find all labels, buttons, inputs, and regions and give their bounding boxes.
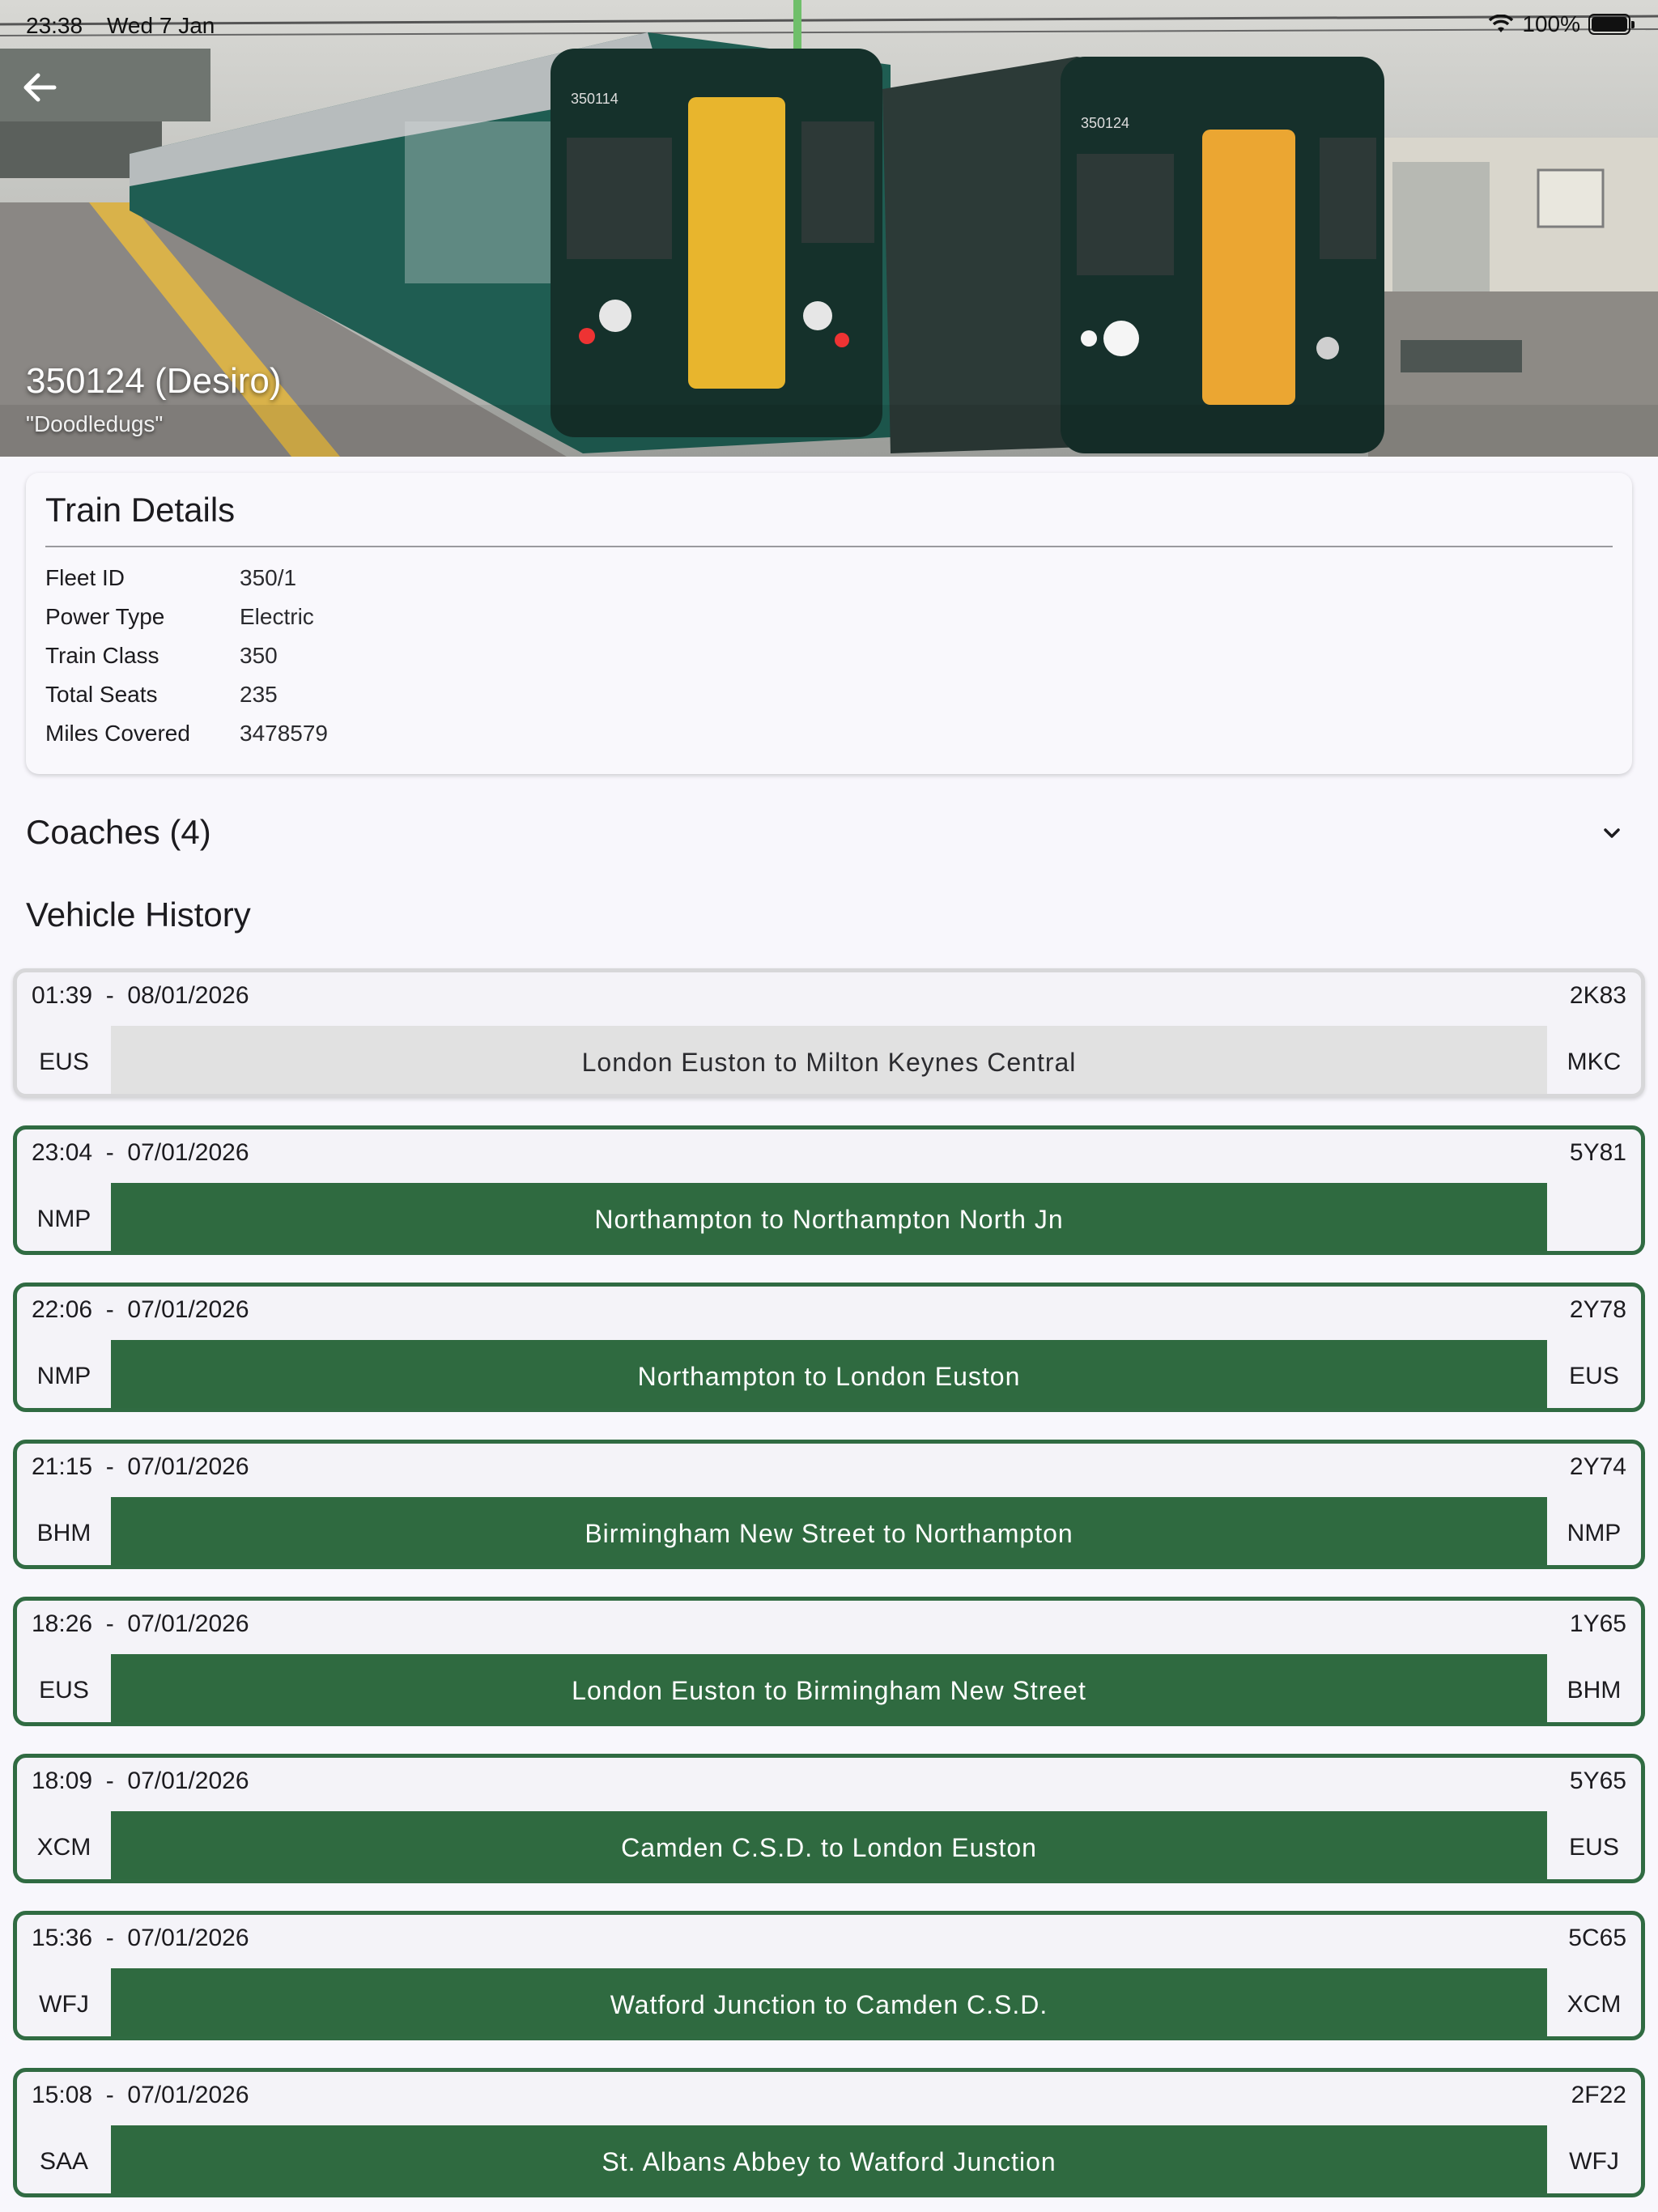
train-nickname: "Doodledugs" bbox=[26, 411, 164, 436]
wifi-icon bbox=[1489, 15, 1514, 32]
history-entry[interactable]: 15:36 - 07/01/2026 5C65 WFJ Watford Junc… bbox=[13, 1911, 1645, 2040]
origin-code: SAA bbox=[17, 2125, 111, 2193]
detail-value: Electric bbox=[240, 604, 314, 629]
coaches-title: Coaches (4) bbox=[26, 813, 211, 851]
route-bar: NMP Northampton to Northampton North Jn bbox=[17, 1183, 1641, 1251]
detail-value: 350 bbox=[240, 643, 278, 668]
route-bar: EUS London Euston to Milton Keynes Centr… bbox=[17, 1026, 1641, 1094]
detail-value: 235 bbox=[240, 682, 278, 707]
route-text: London Euston to Birmingham New Street bbox=[572, 1675, 1086, 1705]
destination-code: XCM bbox=[1547, 1968, 1641, 2036]
hero-header: 350114 350124 23:38 Wed 7 Jan 100% 35012… bbox=[0, 0, 1658, 457]
route-text: Northampton to Northampton North Jn bbox=[594, 1204, 1064, 1234]
entry-time: 01:39 - 08/01/2026 bbox=[32, 982, 249, 1009]
route-text: St. Albans Abbey to Watford Junction bbox=[602, 2146, 1056, 2176]
origin-code: EUS bbox=[17, 1026, 111, 1094]
entry-time: 15:36 - 07/01/2026 bbox=[32, 1925, 249, 1951]
vehicle-history-title: Vehicle History bbox=[26, 895, 251, 934]
route-bar: XCM Camden C.S.D. to London Euston EUS bbox=[17, 1811, 1641, 1879]
train-details-title: Train Details bbox=[45, 491, 236, 529]
detail-value: 350/1 bbox=[240, 565, 297, 590]
back-button[interactable] bbox=[16, 65, 62, 110]
entry-time: 18:26 - 07/01/2026 bbox=[32, 1610, 249, 1637]
destination-code: EUS bbox=[1547, 1811, 1641, 1879]
svg-text:350114: 350114 bbox=[571, 91, 619, 107]
entry-time: 22:06 - 07/01/2026 bbox=[32, 1296, 249, 1323]
route-bar: BHM Birmingham New Street to Northampton… bbox=[17, 1497, 1641, 1565]
origin-code: NMP bbox=[17, 1183, 111, 1251]
origin-code: NMP bbox=[17, 1340, 111, 1408]
history-entry[interactable]: 01:39 - 08/01/2026 2K83 EUS London Eusto… bbox=[13, 968, 1645, 1098]
route-text: Birmingham New Street to Northampton bbox=[585, 1518, 1073, 1548]
history-entry[interactable]: 18:09 - 07/01/2026 5Y65 XCM Camden C.S.D… bbox=[13, 1754, 1645, 1883]
history-entry[interactable]: 21:15 - 07/01/2026 2Y74 BHM Birmingham N… bbox=[13, 1440, 1645, 1569]
origin-code: EUS bbox=[17, 1654, 111, 1722]
detail-label: Power Type bbox=[45, 604, 165, 629]
headcode: 2K83 bbox=[1569, 982, 1626, 1009]
origin-code: WFJ bbox=[17, 1968, 111, 2036]
destination-code bbox=[1547, 1183, 1641, 1251]
status-time: 23:38 bbox=[26, 13, 83, 38]
route-text: Camden C.S.D. to London Euston bbox=[621, 1832, 1037, 1862]
detail-label: Miles Covered bbox=[45, 721, 190, 746]
history-entry[interactable]: 15:08 - 07/01/2026 2F22 SAA St. Albans A… bbox=[13, 2068, 1645, 2197]
headcode: 5Y81 bbox=[1569, 1139, 1626, 1166]
headcode: 5C65 bbox=[1568, 1925, 1626, 1951]
entry-time: 15:08 - 07/01/2026 bbox=[32, 2082, 249, 2108]
destination-code: EUS bbox=[1547, 1340, 1641, 1408]
headcode: 2F22 bbox=[1571, 2082, 1626, 2108]
route-text: Northampton to London Euston bbox=[637, 1361, 1021, 1391]
destination-code: MKC bbox=[1547, 1026, 1641, 1094]
detail-label: Train Class bbox=[45, 643, 159, 668]
headcode: 2Y78 bbox=[1569, 1296, 1626, 1323]
route-bar: SAA St. Albans Abbey to Watford Junction… bbox=[17, 2125, 1641, 2193]
battery-icon bbox=[1588, 14, 1635, 35]
origin-code: XCM bbox=[17, 1811, 111, 1879]
route-text: London Euston to Milton Keynes Central bbox=[581, 1047, 1077, 1077]
entry-time: 21:15 - 07/01/2026 bbox=[32, 1453, 249, 1480]
route-bar: NMP Northampton to London Euston EUS bbox=[17, 1340, 1641, 1408]
headcode: 5Y65 bbox=[1569, 1767, 1626, 1794]
destination-code: BHM bbox=[1547, 1654, 1641, 1722]
arrow-left-icon bbox=[23, 73, 57, 102]
history-entry[interactable]: 18:26 - 07/01/2026 1Y65 EUS London Eusto… bbox=[13, 1597, 1645, 1726]
entry-time: 18:09 - 07/01/2026 bbox=[32, 1767, 249, 1794]
chevron-down-icon bbox=[1604, 828, 1620, 838]
svg-text:350124: 350124 bbox=[1081, 115, 1129, 131]
detail-label: Fleet ID bbox=[45, 565, 125, 590]
route-text: Watford Junction to Camden C.S.D. bbox=[610, 1989, 1048, 2019]
entry-time: 23:04 - 07/01/2026 bbox=[32, 1139, 249, 1166]
route-bar: EUS London Euston to Birmingham New Stre… bbox=[17, 1654, 1641, 1722]
status-date: Wed 7 Jan bbox=[107, 13, 215, 38]
route-bar: WFJ Watford Junction to Camden C.S.D. XC… bbox=[17, 1968, 1641, 2036]
train-title: 350124 (Desiro) bbox=[26, 361, 282, 401]
coaches-expander[interactable]: Coaches (4) bbox=[26, 806, 1632, 863]
headcode: 2Y74 bbox=[1569, 1453, 1626, 1480]
origin-code: BHM bbox=[17, 1497, 111, 1565]
history-entry[interactable]: 23:04 - 07/01/2026 5Y81 NMP Northampton … bbox=[13, 1125, 1645, 1255]
status-indicators: 100% bbox=[1488, 11, 1635, 37]
battery-percent: 100% bbox=[1522, 11, 1580, 36]
divider bbox=[45, 546, 1613, 547]
detail-label: Total Seats bbox=[45, 682, 158, 707]
destination-code: NMP bbox=[1547, 1497, 1641, 1565]
headcode: 1Y65 bbox=[1569, 1610, 1626, 1637]
destination-code: WFJ bbox=[1547, 2125, 1641, 2193]
detail-value: 3478579 bbox=[240, 721, 329, 746]
train-details-card: Train Details Fleet ID 350/1 Power Type … bbox=[26, 473, 1632, 774]
status-bar: 23:38 Wed 7 Jan 100% bbox=[0, 0, 1658, 49]
history-entry[interactable]: 22:06 - 07/01/2026 2Y78 NMP Northampton … bbox=[13, 1283, 1645, 1412]
